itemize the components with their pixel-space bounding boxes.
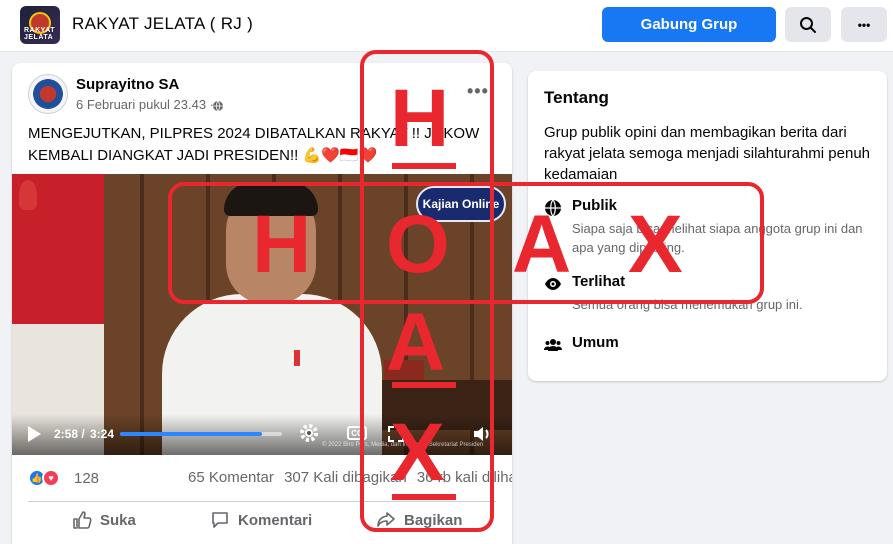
visible-label: Terlihat	[572, 273, 626, 290]
author-avatar[interactable]	[28, 74, 68, 114]
fullscreen-icon[interactable]	[388, 426, 404, 442]
settings-gear-icon[interactable]	[298, 422, 320, 444]
people-icon	[544, 339, 562, 351]
post-menu-button[interactable]: •••	[467, 81, 489, 102]
general-label: Umum	[572, 334, 619, 351]
comment-button[interactable]: Komentari	[210, 510, 312, 530]
view-count: 36 rb kali dilihat	[416, 469, 512, 486]
group-title[interactable]: RAKYAT JELATA ( RJ )	[72, 14, 253, 34]
group-avatar-caption: RAKYAT JELATA	[24, 27, 56, 41]
author-name[interactable]: Suprayitno SA	[76, 76, 179, 93]
video-pin	[294, 350, 300, 366]
about-description: Grup publik opini dan membagikan berita …	[544, 124, 871, 183]
comment-bubble-icon	[212, 512, 228, 528]
video-progress-fill	[120, 432, 262, 436]
presidential-logo-icon	[19, 180, 37, 210]
about-title: Tentang	[544, 88, 609, 107]
video-book	[384, 360, 424, 380]
group-avatar[interactable]: RAKYAT JELATA	[20, 6, 60, 44]
reaction-count: 128	[74, 470, 100, 487]
post-stats: 65 Komentar 307 Kali dibagikan 36 rb kal…	[188, 469, 512, 486]
video-total-time: 3:24	[90, 427, 115, 441]
more-options-button[interactable]: •••	[841, 7, 887, 42]
play-icon[interactable]	[28, 426, 41, 442]
video-progress-bar[interactable]	[120, 432, 282, 436]
like-label: Suka	[100, 511, 136, 529]
search-button[interactable]	[785, 7, 831, 42]
more-icon: •••	[857, 17, 871, 32]
video-person-hair	[224, 182, 318, 216]
globe-icon	[545, 199, 561, 217]
post-timestamp[interactable]: 6 Februari pukul 23.43 ·	[76, 97, 214, 112]
video-watermark: © 2022 Biro Pers, Media, dan Informasi S…	[322, 442, 484, 448]
visible-description: Semua orang bisa menemukan grup ini.	[572, 297, 803, 312]
share-label: Bagikan	[404, 511, 463, 529]
comment-count[interactable]: 65 Komentar	[188, 469, 274, 486]
search-icon	[800, 16, 816, 33]
about-card: Tentang Grup publik opini dan membagikan…	[528, 71, 887, 381]
post-text: MENGEJUTKAN, PILPRES 2024 DIBATALKAN RAK…	[28, 125, 480, 164]
like-button[interactable]: Suka	[72, 510, 136, 530]
share-arrow-icon	[377, 512, 395, 527]
love-reaction-icon: ♥	[42, 469, 60, 487]
eye-icon	[545, 278, 561, 290]
captions-icon[interactable]: CC	[347, 426, 367, 440]
share-button[interactable]: Bagikan	[376, 510, 462, 530]
comment-label: Komentari	[238, 511, 313, 529]
public-globe-icon	[213, 100, 223, 112]
thumbs-up-icon	[73, 511, 92, 529]
public-description: Siapa saja bisa melihat siapa anggota gr…	[572, 221, 863, 255]
public-label: Publik	[572, 197, 618, 214]
post-card: Suprayitno SA 6 Februari pukul 23.43 · •…	[12, 63, 512, 544]
share-count[interactable]: 307 Kali dibagikan	[284, 469, 407, 486]
group-header: RAKYAT JELATA RAKYAT JELATA ( RJ ) Gabun…	[0, 0, 893, 52]
post-action-bar: Suka Komentari Bagikan	[28, 501, 496, 537]
channel-logo: Kajian Online	[416, 186, 506, 222]
video-player[interactable]: Kajian Online 2:58 / 3:24 CC © 2022 Biro…	[12, 174, 512, 455]
video-current-time: 2:58 /	[54, 427, 85, 441]
volume-icon[interactable]	[472, 424, 494, 444]
join-group-button[interactable]: Gabung Grup	[602, 7, 776, 42]
